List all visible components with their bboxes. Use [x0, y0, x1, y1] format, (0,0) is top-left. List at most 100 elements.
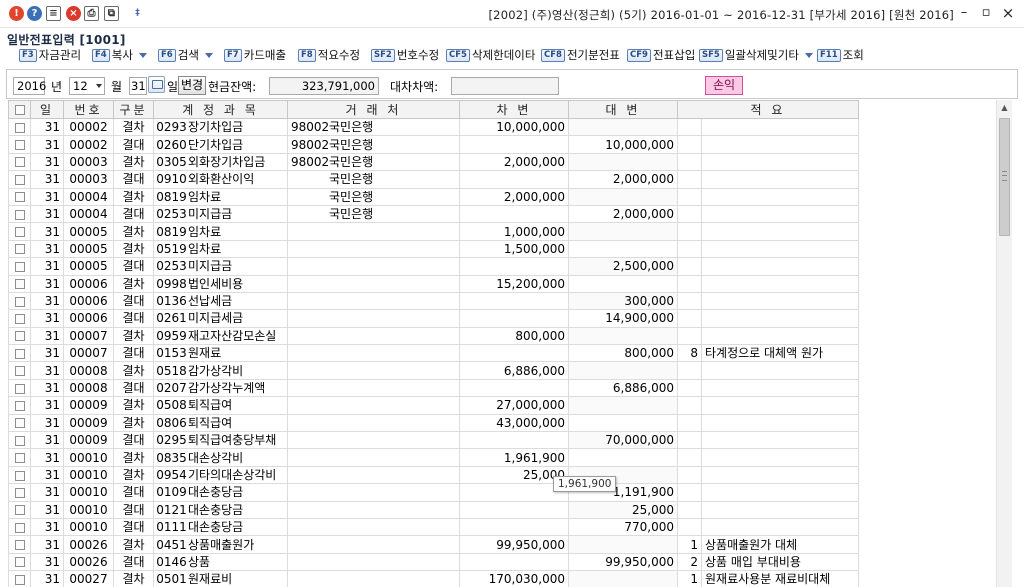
- checkbox-icon[interactable]: [14, 505, 25, 516]
- row-checkbox[interactable]: [8, 152, 31, 172]
- cell-day[interactable]: 31: [30, 570, 64, 587]
- cell-partner[interactable]: [287, 326, 460, 346]
- checkbox-icon[interactable]: [14, 435, 25, 446]
- checkbox-icon[interactable]: [14, 140, 25, 151]
- chevron-down-icon[interactable]: [204, 52, 213, 58]
- chevron-down-icon[interactable]: [804, 52, 813, 58]
- table-row[interactable]: 31 00002 결대 0260단기차입금 98002국민은행 10,000,000: [8, 135, 859, 154]
- cell-number[interactable]: 00008: [63, 361, 114, 380]
- cell-day[interactable]: 31: [30, 413, 64, 433]
- cell-type[interactable]: 결대: [113, 431, 154, 450]
- cell-number[interactable]: 00006: [63, 274, 114, 293]
- cell-account[interactable]: 0121대손충당금: [153, 500, 288, 519]
- cell-type[interactable]: 결차: [113, 570, 154, 587]
- cell-partner[interactable]: [287, 500, 460, 519]
- cell-number[interactable]: 00010: [63, 465, 114, 485]
- cell-account[interactable]: 0518감가상각비: [153, 361, 288, 380]
- select-all-checkbox[interactable]: [8, 100, 31, 119]
- cell-partner[interactable]: [287, 257, 460, 276]
- table-row[interactable]: 31 00007 결대 0153원재료 800,000 8 타계정으로 대체액 원가: [8, 344, 859, 363]
- year-input[interactable]: 2016: [13, 77, 46, 95]
- cell-memo-code[interactable]: [677, 117, 702, 137]
- cell-credit[interactable]: [568, 239, 678, 259]
- cell-type[interactable]: 결차: [113, 361, 154, 380]
- cell-debit[interactable]: [459, 517, 569, 537]
- cell-debit[interactable]: 170,030,000: [459, 570, 569, 587]
- checkbox-icon[interactable]: [14, 313, 25, 324]
- cell-account[interactable]: 0508퇴직급여: [153, 396, 288, 415]
- checkbox-icon[interactable]: [14, 244, 25, 255]
- cell-credit[interactable]: [568, 187, 678, 206]
- cell-account[interactable]: 0835대손상각비: [153, 448, 288, 467]
- cell-type[interactable]: 결차: [113, 152, 154, 172]
- cell-credit[interactable]: 800,000: [568, 344, 678, 363]
- cell-debit[interactable]: [459, 309, 569, 328]
- cell-account[interactable]: 0954기타의대손상각비: [153, 465, 288, 485]
- cell-memo-code[interactable]: [677, 326, 702, 346]
- cell-type[interactable]: 결대: [113, 291, 154, 311]
- cell-memo-code[interactable]: [677, 274, 702, 293]
- cell-account[interactable]: 0146상품: [153, 552, 288, 572]
- row-checkbox[interactable]: [8, 204, 31, 224]
- cell-number[interactable]: 00010: [63, 448, 114, 467]
- row-checkbox[interactable]: [8, 222, 31, 241]
- cell-partner[interactable]: [287, 344, 460, 363]
- cell-credit[interactable]: 300,000: [568, 291, 678, 311]
- cell-day[interactable]: 31: [30, 326, 64, 346]
- cell-partner[interactable]: 98002국민은행: [287, 152, 460, 172]
- table-row[interactable]: 31 00008 결차 0518감가상각비 6,886,000: [8, 361, 859, 380]
- cell-credit[interactable]: [568, 326, 678, 346]
- cell-partner[interactable]: [287, 465, 460, 485]
- restore-button[interactable]: ▫: [978, 5, 994, 21]
- cell-memo-code[interactable]: [677, 500, 702, 519]
- cell-account[interactable]: 0109대손충당금: [153, 483, 288, 502]
- cell-day[interactable]: 31: [30, 378, 64, 398]
- cell-partner[interactable]: [287, 448, 460, 467]
- cell-account[interactable]: 0451상품매출원가: [153, 535, 288, 554]
- cell-memo[interactable]: [701, 448, 859, 467]
- cell-debit[interactable]: [459, 135, 569, 154]
- cell-account[interactable]: 0519임차료: [153, 239, 288, 259]
- cell-day[interactable]: 31: [30, 204, 64, 224]
- row-checkbox[interactable]: [8, 535, 31, 554]
- cell-account[interactable]: 0819임차료: [153, 222, 288, 241]
- cell-number[interactable]: 00005: [63, 239, 114, 259]
- cell-type[interactable]: 결차: [113, 535, 154, 554]
- row-checkbox[interactable]: [8, 344, 31, 363]
- table-row[interactable]: 31 00004 결대 0253미지급금 국민은행 2,000,000: [8, 204, 859, 224]
- cell-debit[interactable]: [459, 257, 569, 276]
- cell-number[interactable]: 00003: [63, 152, 114, 172]
- cell-memo-code[interactable]: [677, 152, 702, 172]
- cell-debit[interactable]: 1,961,900: [459, 448, 569, 467]
- cell-type[interactable]: 결차: [113, 222, 154, 241]
- checkbox-icon[interactable]: [14, 174, 25, 185]
- cell-memo[interactable]: [701, 361, 859, 380]
- cell-debit[interactable]: 6,886,000: [459, 361, 569, 380]
- table-row[interactable]: 31 00010 결대 0121대손충당금 25,000: [8, 500, 859, 519]
- table-row[interactable]: 31 00003 결차 0305외화장기차입금 98002국민은행 2,000,000: [8, 152, 859, 172]
- table-row[interactable]: 31 00008 결대 0207감가상각누계액 6,886,000: [8, 378, 859, 398]
- table-row[interactable]: 31 00005 결대 0253미지급금 2,500,000: [8, 257, 859, 276]
- cell-partner[interactable]: [287, 222, 460, 241]
- row-checkbox[interactable]: [8, 257, 31, 276]
- table-row[interactable]: 31 00010 결대 0111대손충당금 770,000: [8, 517, 859, 537]
- table-row[interactable]: 31 00009 결대 0295퇴직급여충당부채 70,000,000: [8, 431, 859, 450]
- copy-icon[interactable]: ⧉: [104, 6, 119, 21]
- row-checkbox[interactable]: [8, 517, 31, 537]
- cell-number[interactable]: 00002: [63, 117, 114, 137]
- month-select[interactable]: 12: [69, 77, 105, 95]
- cell-partner[interactable]: [287, 431, 460, 450]
- cell-account[interactable]: 0501원재료비: [153, 570, 288, 587]
- cell-memo[interactable]: 원재료사용분 재료비대체: [701, 570, 859, 587]
- checkbox-icon[interactable]: [14, 574, 25, 585]
- cell-partner[interactable]: 98002국민은행: [287, 135, 460, 154]
- cell-day[interactable]: 31: [30, 517, 64, 537]
- cell-number[interactable]: 00005: [63, 222, 114, 241]
- cell-account[interactable]: 0959재고자산감모손실: [153, 326, 288, 346]
- cell-number[interactable]: 00026: [63, 535, 114, 554]
- cell-memo[interactable]: [701, 309, 859, 328]
- cell-debit[interactable]: 1,500,000: [459, 239, 569, 259]
- cell-number[interactable]: 00009: [63, 431, 114, 450]
- cell-day[interactable]: 31: [30, 500, 64, 519]
- memo-icon[interactable]: ≡: [46, 6, 61, 21]
